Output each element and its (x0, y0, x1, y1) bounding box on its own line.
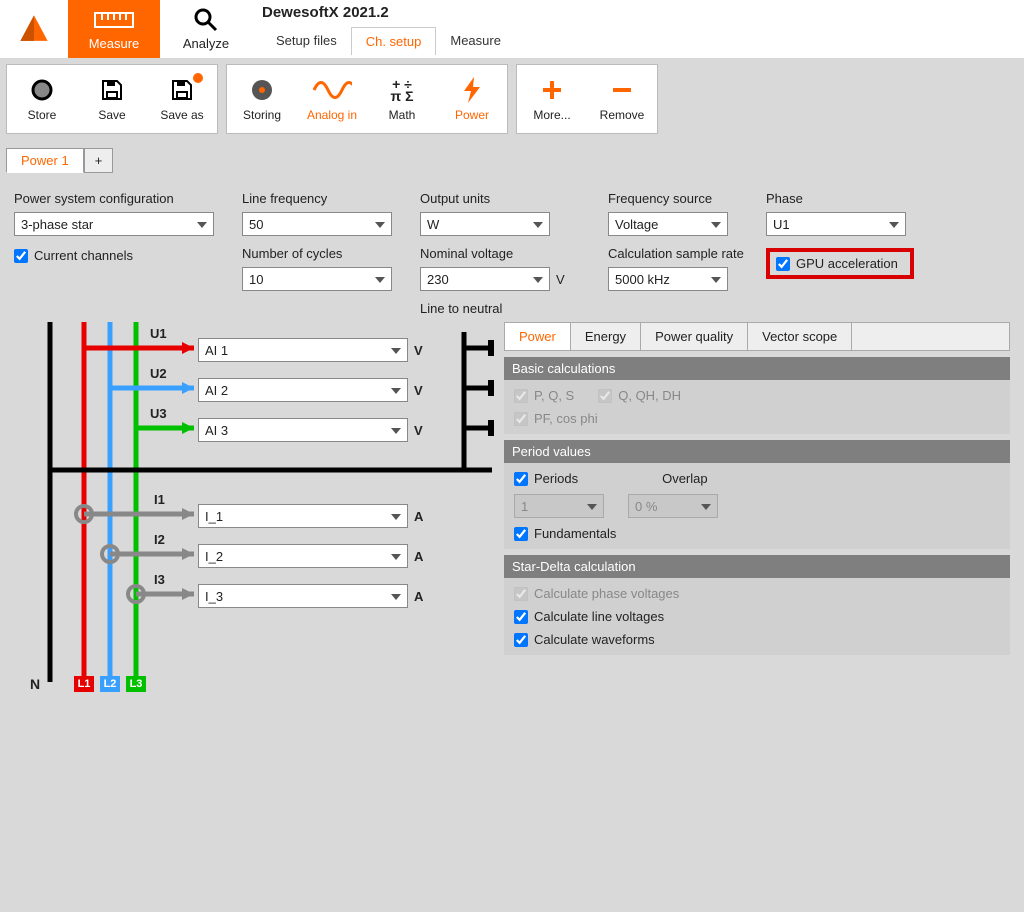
subtab-ch-setup[interactable]: Ch. setup (351, 27, 437, 55)
lf-label: Line frequency (242, 191, 402, 206)
u1-label: U1 (150, 326, 167, 341)
n-label: N (30, 676, 40, 692)
i2-select[interactable]: I_2 (198, 544, 408, 568)
u3-label: U3 (150, 406, 167, 421)
i3-label: I3 (154, 572, 165, 587)
subtab-measure[interactable]: Measure (436, 27, 515, 55)
fs-select[interactable]: Voltage (608, 212, 728, 236)
wave-icon (312, 76, 352, 104)
phase-select[interactable]: U1 (766, 212, 906, 236)
gpu-highlight: GPU acceleration (766, 248, 914, 279)
fs-label: Frequency source (608, 191, 748, 206)
i1-label: I1 (154, 492, 165, 507)
qqhdh-check: Q, QH, DH (598, 388, 681, 403)
math-button[interactable]: + ÷π Σ Math (367, 65, 437, 133)
l1-label: L1 (74, 676, 94, 692)
plus-icon (540, 76, 564, 104)
ruler-icon (94, 8, 134, 32)
i2-unit: A (414, 549, 423, 564)
csr-label: Calculation sample rate (608, 246, 748, 261)
ou-select[interactable]: W (420, 212, 550, 236)
u3-select[interactable]: AI 3 (198, 418, 408, 442)
magnify-icon (193, 8, 219, 32)
gpu-check[interactable]: GPU acceleration (776, 256, 898, 271)
current-channels-check[interactable]: Current channels (14, 248, 224, 263)
main-tab-analyze[interactable]: Analyze (160, 0, 252, 58)
i1-select[interactable]: I_1 (198, 504, 408, 528)
u3-unit: V (414, 423, 423, 438)
pencil-badge-icon (193, 73, 203, 83)
math-icon: + ÷π Σ (390, 76, 413, 104)
nc-label: Number of cycles (242, 246, 402, 261)
main-tab-measure-label: Measure (89, 36, 140, 51)
u2-unit: V (414, 383, 423, 398)
rtab-vs[interactable]: Vector scope (748, 323, 852, 350)
periods-check[interactable]: Periods (514, 471, 578, 486)
i3-select[interactable]: I_3 (198, 584, 408, 608)
i2-label: I2 (154, 532, 165, 547)
sd-head: Star-Delta calculation (504, 555, 1010, 578)
pqs-check: P, Q, S (514, 388, 574, 403)
save-icon (170, 76, 194, 104)
main-tab-measure[interactable]: Measure (68, 0, 160, 58)
u2-label: U2 (150, 366, 167, 381)
rtab-power[interactable]: Power (505, 323, 571, 350)
app-logo (0, 0, 68, 58)
nc-select[interactable]: 10 (242, 267, 392, 291)
nv-unit: V (556, 272, 565, 287)
bolt-icon (462, 76, 482, 104)
nv-select[interactable]: 230 (420, 267, 550, 291)
pf-check: PF, cos phi (514, 411, 1000, 426)
more-button[interactable]: More... (517, 65, 587, 133)
storing-button[interactable]: Storing (227, 65, 297, 133)
l2-label: L2 (100, 676, 120, 692)
power-button[interactable]: Power (437, 65, 507, 133)
basic-head: Basic calculations (504, 357, 1010, 380)
save-icon (100, 76, 124, 104)
calc-line-check[interactable]: Calculate line voltages (514, 609, 1000, 624)
gpu-checkbox[interactable] (776, 257, 790, 271)
i1-unit: A (414, 509, 423, 524)
save-button[interactable]: Save (77, 65, 147, 133)
store-button[interactable]: Store (7, 65, 77, 133)
rtab-energy[interactable]: Energy (571, 323, 641, 350)
overlap-label: Overlap (662, 471, 708, 486)
phase-label: Phase (766, 191, 926, 206)
record-icon (249, 76, 275, 104)
circle-icon (30, 76, 54, 104)
analogin-button[interactable]: Analog in (297, 65, 367, 133)
nv-label: Nominal voltage (420, 246, 590, 261)
fundamentals-check[interactable]: Fundamentals (514, 526, 1000, 541)
calc-phase-check: Calculate phase voltages (514, 586, 1000, 601)
ou-label: Output units (420, 191, 590, 206)
subtab-setup-files[interactable]: Setup files (262, 27, 351, 55)
u2-select[interactable]: AI 2 (198, 378, 408, 402)
csr-select[interactable]: 5000 kHz (608, 267, 728, 291)
psc-label: Power system configuration (14, 191, 224, 206)
periods-select: 1 (514, 494, 604, 518)
minus-icon (610, 76, 634, 104)
lf-select[interactable]: 50 (242, 212, 392, 236)
remove-button[interactable]: Remove (587, 65, 657, 133)
module-tab-add[interactable]: + (84, 148, 114, 173)
psc-select[interactable]: 3-phase star (14, 212, 214, 236)
current-channels-checkbox[interactable] (14, 249, 28, 263)
main-tab-analyze-label: Analyze (183, 36, 229, 51)
ltn-label: Line to neutral (420, 301, 590, 316)
calc-wave-check[interactable]: Calculate waveforms (514, 632, 1000, 647)
rtab-pq[interactable]: Power quality (641, 323, 748, 350)
module-tab-power1[interactable]: Power 1 (6, 148, 84, 173)
app-title: DewesoftX 2021.2 (262, 4, 1014, 21)
u1-select[interactable]: AI 1 (198, 338, 408, 362)
l3-label: L3 (126, 676, 146, 692)
i3-unit: A (414, 589, 423, 604)
u1-unit: V (414, 343, 423, 358)
overlap-select: 0 % (628, 494, 718, 518)
saveas-button[interactable]: Save as (147, 65, 217, 133)
period-head: Period values (504, 440, 1010, 463)
